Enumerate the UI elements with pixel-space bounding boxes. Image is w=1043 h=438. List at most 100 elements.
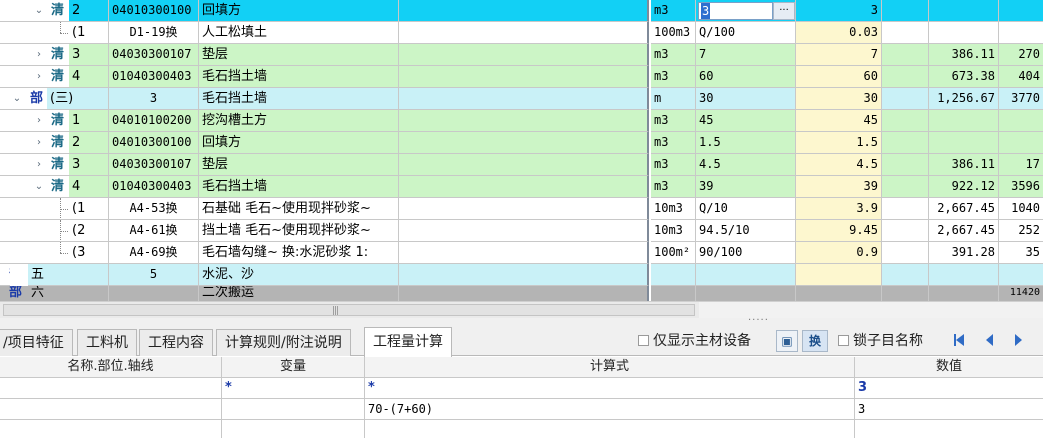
expr-cell[interactable]: 4.5 [696, 154, 796, 176]
value-cell[interactable]: 3 [855, 378, 1043, 399]
feature-cell[interactable] [399, 0, 649, 22]
feature-cell[interactable] [399, 66, 649, 88]
price-cell[interactable]: 922.12 [929, 176, 999, 198]
expr-cell[interactable] [696, 286, 796, 301]
total-cell[interactable]: 3770 [999, 88, 1043, 110]
total-cell[interactable] [999, 132, 1043, 154]
table-row[interactable]: ⌄ 部 (三) 3 毛石挡土墙 m 30 30 1,256.67 3770 [0, 88, 1043, 110]
qty-cell[interactable]: 39 [796, 176, 882, 198]
qty-cell[interactable] [796, 286, 882, 301]
feature-cell[interactable] [399, 176, 649, 198]
price-cell[interactable]: 2,667.45 [929, 198, 999, 220]
total-cell[interactable]: 1040 [999, 198, 1043, 220]
qty-cell[interactable]: 3 [796, 0, 882, 22]
table-row[interactable]: ⌄ 清 4 01040300403 毛石挡土墙 m3 39 39 922.12 … [0, 176, 1043, 198]
table-row[interactable]: 子 (3 A4-69换 毛石墙勾缝~ 换:水泥砂浆 1: 100m² 90/10… [0, 242, 1043, 264]
total-cell[interactable] [999, 22, 1043, 44]
total-cell[interactable]: 17 [999, 154, 1043, 176]
blank-cell[interactable] [882, 66, 929, 88]
name-cell[interactable]: 石基础 毛石~使用现拌砂浆~ [199, 198, 399, 220]
code-cell[interactable] [109, 286, 199, 301]
price-cell[interactable] [929, 22, 999, 44]
variable-cell[interactable] [222, 399, 365, 420]
qty-cell[interactable]: 0.9 [796, 242, 882, 264]
code-cell[interactable]: 5 [109, 264, 199, 286]
table-row[interactable]: 70-(7+60) 3 [0, 399, 1043, 420]
code-cell[interactable]: 04030300107 [109, 44, 199, 66]
blank-cell[interactable] [882, 110, 929, 132]
total-cell[interactable]: 270 [999, 44, 1043, 66]
unit-cell[interactable]: 10m3 [651, 198, 696, 220]
qty-cell[interactable]: 1.5 [796, 132, 882, 154]
total-cell[interactable] [999, 264, 1043, 286]
feature-cell[interactable] [399, 132, 649, 154]
qty-cell[interactable]: 3.9 [796, 198, 882, 220]
seq-cell[interactable]: (3 [69, 242, 109, 264]
name-cell[interactable]: 二次搬运 [199, 286, 399, 301]
table-row[interactable]: ⌄ 清 2 04010300100 回填方 m3 3 3 ··· [0, 0, 1043, 22]
chevron-right-icon[interactable]: › [34, 44, 44, 65]
feature-cell[interactable] [399, 198, 649, 220]
blank-cell[interactable] [882, 88, 929, 110]
formula-cell[interactable] [365, 420, 855, 438]
lock-name-checkbox[interactable] [838, 335, 849, 346]
price-cell[interactable]: 2,667.45 [929, 220, 999, 242]
expr-cell[interactable]: 39 [696, 176, 796, 198]
price-cell[interactable]: 673.38 [929, 66, 999, 88]
unit-cell[interactable]: m3 [651, 132, 696, 154]
name-cell[interactable]: 垫层 [199, 154, 399, 176]
expr-cell[interactable]: 45 [696, 110, 796, 132]
qty-cell[interactable]: 7 [796, 44, 882, 66]
table-row[interactable]: › 清 2 04010300100 回填方 m3 1.5 1.5 [0, 132, 1043, 154]
qty-cell[interactable]: 30 [796, 88, 882, 110]
seq-cell[interactable]: 2 [69, 132, 109, 154]
feature-cell[interactable] [399, 88, 649, 110]
tab-item-features[interactable]: /项目特征 [0, 329, 73, 356]
table-row[interactable]: 子 (2 A4-61换 挡土墙 毛石~使用现拌砂浆~ 10m3 94.5/10 … [0, 220, 1043, 242]
price-cell[interactable]: 386.11 [929, 44, 999, 66]
name-cell[interactable]: 挡土墙 毛石~使用现拌砂浆~ [199, 220, 399, 242]
expr-cell[interactable]: 60 [696, 66, 796, 88]
seq-cell[interactable]: (2 [69, 220, 109, 242]
feature-cell[interactable] [399, 110, 649, 132]
total-cell[interactable] [999, 0, 1043, 22]
code-cell[interactable]: 04010300100 [109, 0, 199, 22]
unit-cell[interactable]: m [651, 88, 696, 110]
unit-cell[interactable]: m3 [651, 0, 696, 22]
name-cell[interactable] [0, 399, 222, 420]
feature-cell[interactable] [399, 44, 649, 66]
chevron-down-icon[interactable]: ⌄ [34, 0, 44, 21]
price-cell[interactable] [929, 110, 999, 132]
blank-cell[interactable] [882, 220, 929, 242]
feature-cell[interactable] [399, 22, 649, 44]
expr-edit-input[interactable]: 3 [698, 2, 773, 20]
qty-cell[interactable] [796, 264, 882, 286]
name-cell[interactable]: 回填方 [199, 0, 399, 22]
code-cell[interactable]: 01040300403 [109, 176, 199, 198]
total-cell[interactable]: 252 [999, 220, 1043, 242]
expr-cell[interactable]: 90/100 [696, 242, 796, 264]
value-cell[interactable]: 3 [855, 399, 1043, 420]
name-cell[interactable] [0, 420, 222, 438]
blank-cell[interactable] [882, 264, 929, 286]
qty-cell[interactable]: 60 [796, 66, 882, 88]
tab-calc-rules[interactable]: 计算规则/附注说明 [216, 329, 351, 356]
blank-cell[interactable] [882, 0, 929, 22]
unit-cell[interactable]: 100m3 [651, 22, 696, 44]
price-cell[interactable]: 1,256.67 [929, 88, 999, 110]
expr-cell[interactable]: Q/100 [696, 22, 796, 44]
feature-cell[interactable] [399, 220, 649, 242]
variable-cell[interactable]: * [222, 378, 365, 399]
prev-page-icon[interactable] [986, 334, 993, 346]
expr-cell[interactable]: 1.5 [696, 132, 796, 154]
unit-cell[interactable]: m3 [651, 110, 696, 132]
expr-cell[interactable]: 7 [696, 44, 796, 66]
show-main-materials-checkbox[interactable] [638, 335, 649, 346]
table-row[interactable]: › 清 1 04010100200 挖沟槽土方 m3 45 45 [0, 110, 1043, 132]
unit-cell[interactable]: m3 [651, 66, 696, 88]
table-row[interactable]: * * 3 [0, 378, 1043, 399]
seq-cell[interactable]: 4 [69, 176, 109, 198]
seq-cell[interactable]: 1 [69, 110, 109, 132]
table-row[interactable]: › 清 3 04030300107 垫层 m3 4.5 4.5 386.11 1… [0, 154, 1043, 176]
blank-cell[interactable] [882, 22, 929, 44]
